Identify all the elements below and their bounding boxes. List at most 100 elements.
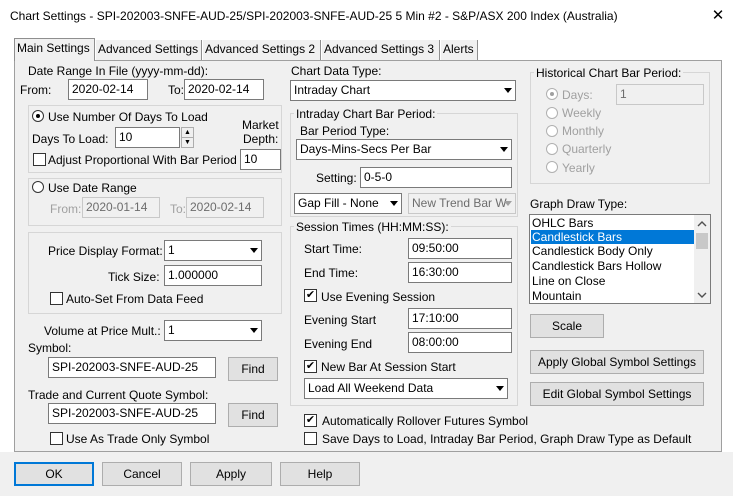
historical-weekly-label: Weekly <box>562 106 602 120</box>
graph-draw-scrollbar[interactable] <box>694 215 710 303</box>
historical-period-group-label: Historical Chart Bar Period: <box>534 66 684 80</box>
tick-size-field[interactable]: 1.000000 <box>164 265 262 286</box>
session-times-group-label: Session Times (HH:MM:SS): <box>294 220 451 234</box>
tick-size-label: Tick Size: <box>108 270 160 284</box>
list-item[interactable]: Line on Close <box>531 274 694 288</box>
bar-period-type-select[interactable]: Days-Mins-Secs Per Bar <box>296 139 512 160</box>
days-to-load-field[interactable]: 10 <box>115 127 180 148</box>
historical-quarterly-radio[interactable] <box>546 143 558 155</box>
new-trend-bar-select[interactable]: New Trend Bar W <box>408 193 516 214</box>
scrollbar-arrows-icon <box>696 221 708 298</box>
historical-yearly-radio[interactable] <box>546 161 558 173</box>
date-range-group-to-field[interactable]: 2020-02-14 <box>186 197 264 218</box>
market-depth-field[interactable]: 10 <box>240 149 281 170</box>
graph-draw-type-listbox[interactable]: OHLC Bars Candlestick Bars Candlestick B… <box>529 214 711 304</box>
new-trend-bar-chevron-down-icon <box>504 201 512 206</box>
apply-button[interactable]: Apply <box>190 462 272 486</box>
start-time-field[interactable]: 09:50:00 <box>408 238 512 259</box>
auto-set-checkbox[interactable] <box>50 292 63 305</box>
date-range-to-label: To: <box>168 83 185 97</box>
bar-period-type-value: Days-Mins-Secs Per Bar <box>300 142 432 156</box>
volume-mult-chevron-down-icon <box>250 328 258 333</box>
market-depth-label-2: Depth: <box>243 132 279 146</box>
cancel-button[interactable]: Cancel <box>102 462 182 486</box>
evening-start-label: Evening Start <box>304 313 377 327</box>
bar-period-type-label: Bar Period Type: <box>300 124 390 138</box>
tab-advanced-settings-3[interactable]: Advanced Settings 3 <box>322 40 440 60</box>
weekend-data-chevron-down-icon <box>496 386 504 391</box>
scale-button[interactable]: Scale <box>530 314 604 338</box>
adjust-proportional-checkbox[interactable] <box>33 153 46 166</box>
intraday-period-group-label: Intraday Chart Bar Period: <box>294 107 438 121</box>
tab-alerts[interactable]: Alerts <box>441 40 478 60</box>
save-as-default-label: Save Days to Load, Intraday Bar Period, … <box>322 432 692 446</box>
use-date-range-radio[interactable] <box>32 181 44 193</box>
graph-draw-type-label: Graph Draw Type: <box>530 197 628 211</box>
help-button[interactable]: Help <box>280 462 360 486</box>
symbol-find-button[interactable]: Find <box>228 357 278 381</box>
rollover-futures-checkbox[interactable]: ✔ <box>304 414 317 427</box>
new-bar-session-start-checkbox[interactable]: ✔ <box>304 360 317 373</box>
chart-data-type-chevron-down-icon <box>504 88 512 93</box>
tab-main-settings[interactable]: Main Settings <box>14 38 95 61</box>
tab-advanced-settings[interactable]: Advanced Settings <box>96 40 202 60</box>
setting-label: Setting: <box>316 171 357 185</box>
historical-weekly-radio[interactable] <box>546 107 558 119</box>
apply-global-symbol-settings-button[interactable]: Apply Global Symbol Settings <box>530 350 704 374</box>
list-item[interactable]: Candlestick Body Only <box>531 244 694 258</box>
historical-days-field[interactable]: 1 <box>616 84 704 105</box>
date-range-group-from-field[interactable]: 2020-01-14 <box>82 197 160 218</box>
list-item[interactable]: Candlestick Bars <box>531 230 694 244</box>
evening-end-field[interactable]: 08:00:00 <box>408 332 512 353</box>
trade-symbol-field[interactable]: SPI-202003-SNFE-AUD-25 <box>48 403 216 424</box>
end-time-field[interactable]: 16:30:00 <box>408 262 512 283</box>
use-date-range-label: Use Date Range <box>48 181 137 195</box>
trade-only-checkbox[interactable] <box>50 432 63 445</box>
market-depth-label-1: Market <box>242 118 279 132</box>
date-range-group-from-label: From: <box>50 202 82 216</box>
date-range-group-to-label: To: <box>170 202 187 216</box>
setting-field[interactable]: 0-5-0 <box>360 167 512 188</box>
days-spin-down-icon[interactable]: ▼ <box>181 137 194 148</box>
price-format-chevron-down-icon <box>250 248 258 253</box>
list-item[interactable]: Mountain <box>531 289 694 303</box>
weekend-data-select[interactable]: Load All Weekend Data <box>304 378 508 399</box>
volume-mult-label: Volume at Price Mult.: <box>44 324 161 338</box>
evening-end-label: Evening End <box>304 337 373 351</box>
tab-advanced-settings-2[interactable]: Advanced Settings 2 <box>203 40 321 60</box>
window-title: Chart Settings - SPI-202003-SNFE-AUD-25/… <box>10 9 618 23</box>
date-range-to-field[interactable]: 2020-02-14 <box>184 79 264 100</box>
price-format-select[interactable]: 1 <box>164 240 262 261</box>
rollover-futures-label: Automatically Rollover Futures Symbol <box>322 414 529 428</box>
start-time-label: Start Time: <box>304 242 363 256</box>
gap-fill-chevron-down-icon <box>390 201 398 206</box>
historical-days-label: Days: <box>562 88 593 102</box>
close-icon[interactable]: ✕ <box>710 6 726 24</box>
date-range-from-field[interactable]: 2020-02-14 <box>68 79 148 100</box>
trade-symbol-find-button[interactable]: Find <box>228 403 278 427</box>
gap-fill-select[interactable]: Gap Fill - None <box>294 193 402 214</box>
bar-period-type-chevron-down-icon <box>500 147 508 152</box>
evening-start-field[interactable]: 17:10:00 <box>408 308 512 329</box>
gap-fill-value: Gap Fill - None <box>298 196 379 210</box>
end-time-label: End Time: <box>304 266 359 280</box>
historical-monthly-radio[interactable] <box>546 125 558 137</box>
chart-data-type-select[interactable]: Intraday Chart <box>290 80 516 101</box>
weekend-data-value: Load All Weekend Data <box>308 381 434 395</box>
ok-button[interactable]: OK <box>14 462 94 486</box>
volume-mult-select[interactable]: 1 <box>164 320 262 341</box>
use-evening-session-checkbox[interactable]: ✔ <box>304 289 317 302</box>
adjust-proportional-label: Adjust Proportional With Bar Period <box>48 153 237 167</box>
date-range-label: Date Range In File (yyyy-mm-dd): <box>28 64 209 78</box>
use-days-label: Use Number Of Days To Load <box>48 110 208 124</box>
list-item[interactable]: Candlestick Bars Hollow <box>531 259 694 273</box>
new-bar-session-start-label: New Bar At Session Start <box>321 360 456 374</box>
symbol-field[interactable]: SPI-202003-SNFE-AUD-25 <box>48 357 216 378</box>
auto-set-label: Auto-Set From Data Feed <box>66 292 204 306</box>
chart-data-type-label: Chart Data Type: <box>291 64 382 78</box>
edit-global-symbol-settings-button[interactable]: Edit Global Symbol Settings <box>530 382 704 406</box>
list-item[interactable]: OHLC Bars <box>531 216 694 230</box>
save-as-default-checkbox[interactable] <box>304 432 317 445</box>
use-days-radio[interactable] <box>32 110 44 122</box>
historical-days-radio[interactable] <box>546 88 558 100</box>
